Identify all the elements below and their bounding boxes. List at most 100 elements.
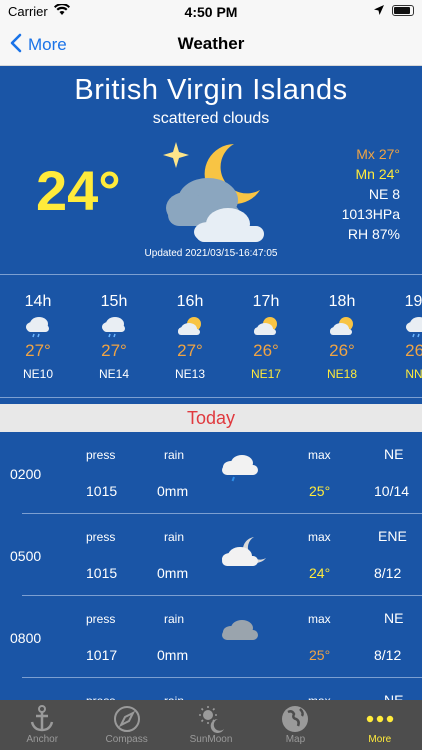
row-time: 0800 <box>10 630 42 646</box>
hourly-item: 18h 26° NE18 <box>304 275 380 397</box>
forecast-row[interactable]: 0800 press rain max NE 1017 0mm 25° 8/12 <box>0 596 422 678</box>
tab-label: Anchor <box>26 734 59 745</box>
hour-wind: NE13 <box>174 367 206 381</box>
tab-compass[interactable]: Compass <box>84 700 168 750</box>
max-temperature-value: 25° <box>309 483 331 499</box>
anchor-icon <box>0 704 84 734</box>
tab-bar: Anchor Compass SunMoon Map More <box>0 700 422 750</box>
weather-details: Mx 27° Mn 24° NE 8 1013HPa RH 87% <box>342 144 400 244</box>
tab-label: More <box>368 734 392 745</box>
sun-cloud-icon <box>304 315 380 341</box>
min-temperature: Mn 24° <box>355 166 400 182</box>
press-label: press <box>86 530 116 544</box>
pressure-value: 1015 <box>86 483 118 499</box>
max-temperature-value: 24° <box>309 565 331 581</box>
wind-direction: NE <box>384 692 404 700</box>
max-label: max <box>308 612 331 626</box>
weather-description: scattered clouds <box>152 110 270 127</box>
pressure-value: 1015 <box>86 565 118 581</box>
cloud-rain-icon <box>76 315 152 341</box>
hour-wind: NNE <box>405 367 422 381</box>
sun-moon-icon <box>169 704 253 734</box>
tab-more[interactable]: More <box>338 700 422 750</box>
hour-label: 14h <box>24 293 52 310</box>
tab-map[interactable]: Map <box>253 700 337 750</box>
tab-label: Map <box>285 734 306 745</box>
hour-temperature: 26° <box>329 341 355 360</box>
hour-wind: NE18 <box>326 367 358 381</box>
row-time: 0200 <box>10 466 42 482</box>
hour-wind: NE14 <box>98 367 130 381</box>
status-time: 4:50 PM <box>184 4 238 20</box>
cloud-icon <box>218 616 262 649</box>
section-header-today: Today <box>0 404 422 432</box>
more-dots-icon <box>338 704 422 734</box>
hourly-item: 14h 27° NE10 <box>0 275 76 397</box>
max-temperature-value: 25° <box>309 647 331 663</box>
compass-icon <box>84 704 168 734</box>
hour-temperature: 26° <box>405 341 422 360</box>
wind-direction: ENE <box>378 528 407 544</box>
cloud-rain-icon <box>380 315 422 341</box>
hourly-item: 19h 26° NNE <box>380 275 422 397</box>
hourly-forecast[interactable]: 14h 27° NE10 15h 27° NE14 16h 27° NE13 17h 26° NE17… <box>0 274 422 398</box>
hour-wind: NE17 <box>250 367 282 381</box>
hour-temperature: 27° <box>25 341 51 360</box>
hourly-item: 15h 27° NE14 <box>76 275 152 397</box>
hour-temperature: 27° <box>177 341 203 360</box>
rain-label: rain <box>164 448 185 462</box>
pressure-reading: 1013HPa <box>341 206 400 222</box>
rain-value: 0mm <box>157 565 189 581</box>
tab-sunmoon[interactable]: SunMoon <box>169 700 253 750</box>
hour-label: 15h <box>100 293 128 310</box>
rain-value: 0mm <box>157 647 189 663</box>
pressure-value: 1017 <box>86 647 118 663</box>
humidity-reading: RH 87% <box>347 226 400 242</box>
moon-cloud-star-icon <box>152 138 270 247</box>
hour-wind: NE10 <box>22 367 54 381</box>
tab-label: SunMoon <box>189 734 233 745</box>
sun-cloud-icon <box>228 315 304 341</box>
wind-direction: NE <box>384 446 404 462</box>
updated-timestamp: Updated 2021/03/15-16:47:05 <box>144 248 278 259</box>
forecast-row[interactable]: 0500 press rain max ENE 1015 0mm 24° 8/12 <box>0 514 422 596</box>
wind-reading: NE 8 <box>368 186 400 202</box>
max-label: max <box>308 530 331 544</box>
rain-label: rain <box>164 612 185 626</box>
press-label: press <box>86 612 116 626</box>
tab-label: Compass <box>105 734 148 745</box>
hourly-item: 16h 27° NE13 <box>152 275 228 397</box>
rain-value: 0mm <box>157 483 189 499</box>
hour-label: 19h <box>404 293 422 310</box>
press-label: press <box>86 448 116 462</box>
max-label: max <box>308 448 331 462</box>
tab-anchor[interactable]: Anchor <box>0 700 84 750</box>
wind-speed-value: 8/12 <box>374 565 402 581</box>
max-temperature: Mx 27° <box>356 146 400 162</box>
location-arrow-icon <box>374 3 384 18</box>
forecast-row[interactable]: 0200 press rain max NE 1015 0mm 25° 10/14 <box>0 432 422 514</box>
wind-speed-value: 10/14 <box>374 483 410 499</box>
hour-label: 16h <box>176 293 204 310</box>
forecast-list[interactable]: 0200 press rain max NE 1015 0mm 25° 10/14 0500 pre… <box>0 432 422 700</box>
hour-temperature: 26° <box>253 341 279 360</box>
cloud-rain-icon <box>0 315 76 341</box>
moon-cloud-icon <box>218 534 268 575</box>
hour-label: 18h <box>328 293 356 310</box>
globe-icon <box>253 704 337 734</box>
page-title: Weather <box>177 34 245 53</box>
wind-direction: NE <box>384 610 404 626</box>
navigation-bar: More Weather <box>0 24 422 66</box>
cloud-rain-icon <box>218 452 262 489</box>
hour-label: 17h <box>252 293 280 310</box>
current-temperature: 24° <box>36 159 121 222</box>
row-time: 0500 <box>10 548 42 564</box>
status-bar: Carrier 4:50 PM <box>0 0 422 24</box>
current-conditions: British Virgin Islands scattered clouds … <box>0 66 422 274</box>
wind-speed-value: 8/12 <box>374 647 402 663</box>
battery-icon <box>392 5 414 16</box>
location-name: British Virgin Islands <box>74 74 348 106</box>
forecast-row[interactable]: pressrainmaxNE <box>0 678 422 700</box>
sun-cloud-icon <box>152 315 228 341</box>
hour-temperature: 27° <box>101 341 127 360</box>
